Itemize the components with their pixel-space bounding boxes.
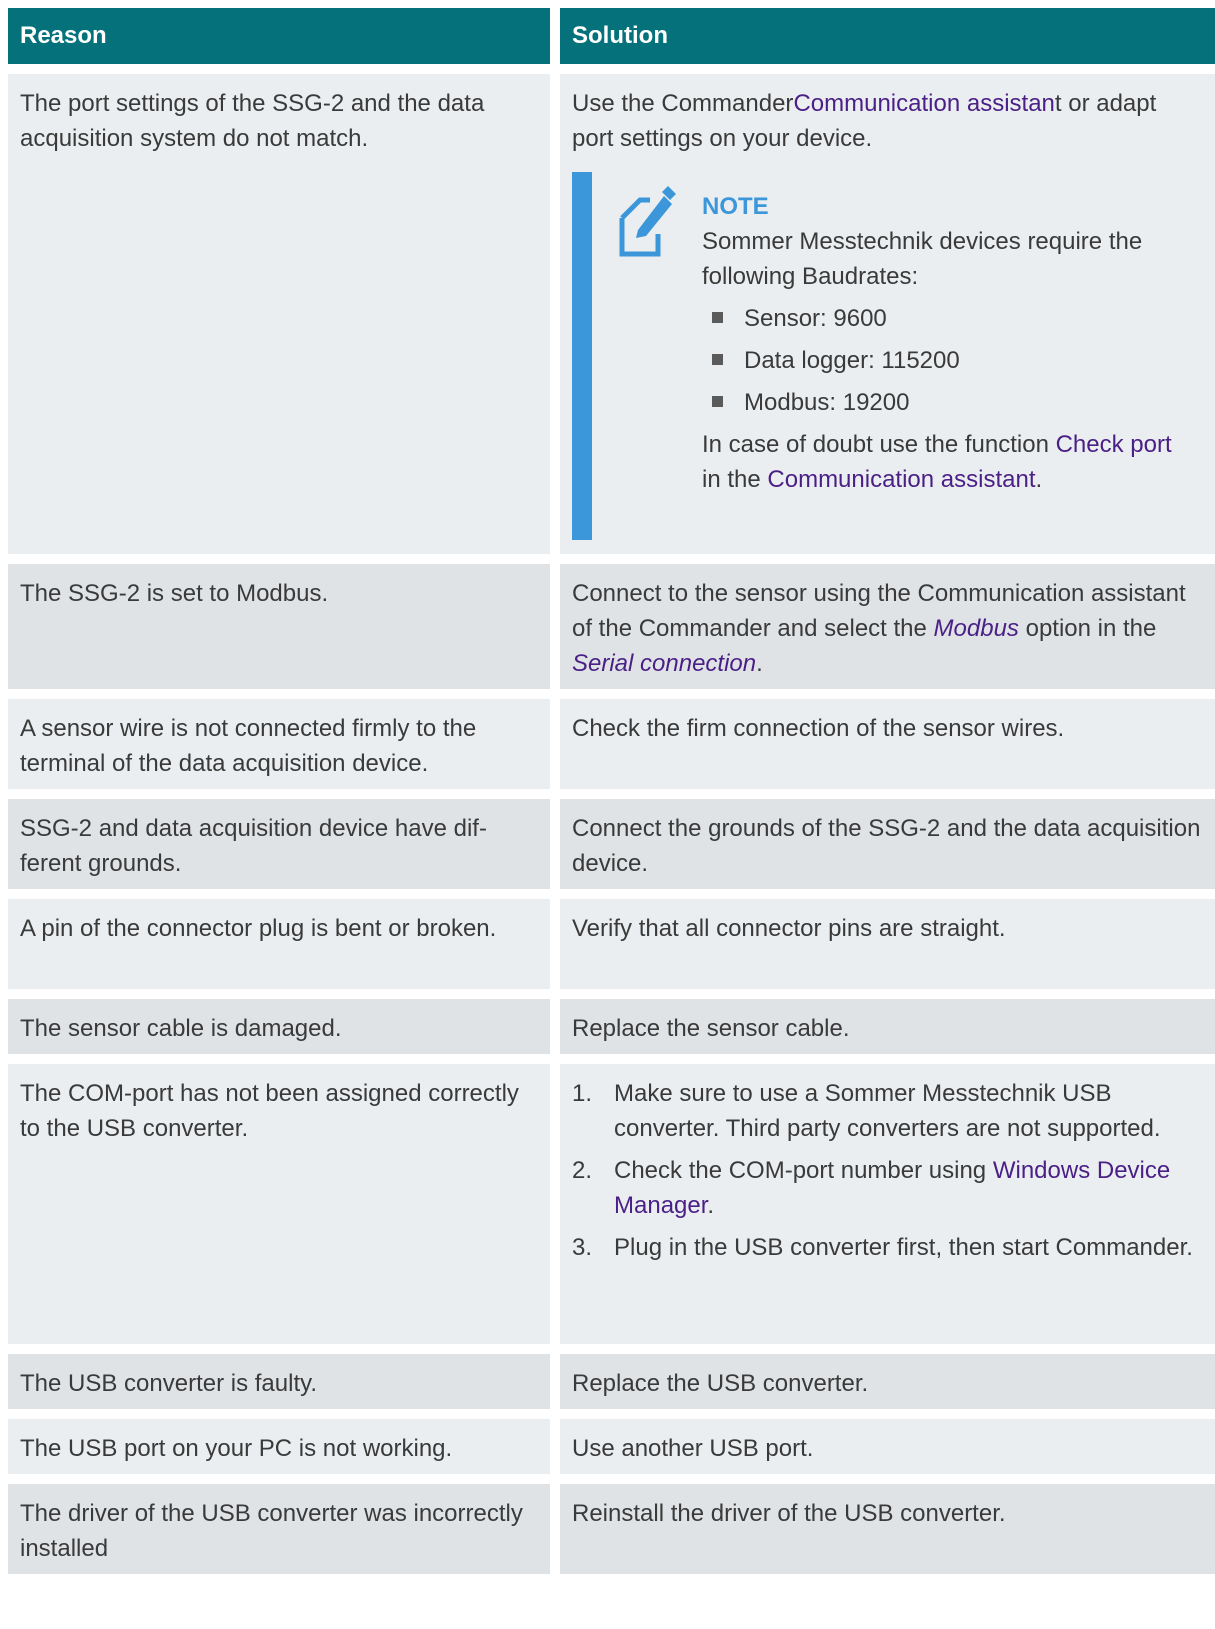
- list-item: Modbus: 19200: [702, 385, 1193, 420]
- solution-cell: Connect to the sensor using the Communic…: [560, 564, 1215, 689]
- table-row: The USB converter is faulty. Replace the…: [8, 1354, 1215, 1409]
- reason-cell: The sensor cable is damaged.: [8, 999, 550, 1054]
- list-item: 3. Plug in the USB converter first, then …: [572, 1234, 1193, 1261]
- bullet-icon: [712, 396, 723, 407]
- serial-connection-link[interactable]: Serial connection: [572, 650, 756, 677]
- table-row: A pin of the connector plug is bent or b…: [8, 899, 1215, 989]
- solution-cell: Check the firm connection of the sensor …: [560, 699, 1215, 789]
- solution-cell: Use the Commander Communication assistant…: [560, 74, 1215, 554]
- list-item: 1. Make sure to use a Sommer Messtechnik …: [572, 1080, 1161, 1142]
- reason-cell: A pin of the connector plug is bent or b…: [8, 899, 550, 989]
- reason-cell: The USB port on your PC is not working.: [8, 1419, 550, 1474]
- baudrate-list: Sensor: 9600 Data logger: 115200 Modbus:…: [702, 301, 1193, 420]
- table-row: A sensor wire is not connected firmly to…: [8, 699, 1215, 789]
- reason-cell: A sensor wire is not connected firmly to…: [8, 699, 550, 789]
- reason-cell: The COM-port has not been assigned cor­r…: [8, 1064, 550, 1344]
- reason-cell: The driver of the USB converter was inco…: [8, 1484, 550, 1574]
- reason-header: Reason: [8, 8, 550, 64]
- table-row: The driver of the USB converter was inco…: [8, 1484, 1215, 1574]
- reason-cell: The port settings of the SSG-2 and the d…: [8, 74, 550, 554]
- note-box: NOTE Sommer Messtechnik devices require …: [572, 172, 1203, 540]
- note-icon: [592, 172, 702, 540]
- table-row: The sensor cable is damaged. Replace the…: [8, 999, 1215, 1054]
- communication-assistant-link[interactable]: Communication assistan: [793, 90, 1054, 117]
- table-row: The SSG-2 is set to Modbus. Connect to t…: [8, 564, 1215, 689]
- list-item: Sensor: 9600: [702, 301, 1193, 336]
- note-body: NOTE Sommer Messtechnik devices require …: [702, 172, 1203, 540]
- note-title: NOTE: [702, 193, 769, 220]
- table-row: SSG-2 and data acquisition device have d…: [8, 799, 1215, 889]
- solution-text: Use the Commander: [572, 90, 794, 117]
- bullet-icon: [712, 354, 723, 365]
- solution-cell: Replace the sensor cable.: [560, 999, 1215, 1054]
- solution-cell: Connect the grounds of the SSG-2 and the…: [560, 799, 1215, 889]
- modbus-link[interactable]: Modbus: [934, 615, 1019, 642]
- solution-cell: 1. Make sure to use a Sommer Messtechnik …: [560, 1064, 1215, 1344]
- table-row: The port settings of the SSG-2 and the d…: [8, 74, 1215, 554]
- communication-assistant-link[interactable]: Communication assistant: [767, 466, 1035, 493]
- table-header: Reason Solution: [8, 8, 1215, 64]
- list-item: 2. Check the COM-port number using Window…: [572, 1157, 1171, 1219]
- troubleshooting-table: Reason Solution The port settings of the…: [8, 8, 1215, 1584]
- steps-list: 1. Make sure to use a Sommer Messtechnik …: [572, 1076, 1203, 1265]
- reason-cell: SSG-2 and data acquisition device have d…: [8, 799, 550, 889]
- solution-header: Solution: [560, 8, 1215, 64]
- bullet-icon: [712, 312, 723, 323]
- solution-cell: Reinstall the driver of the USB converte…: [560, 1484, 1215, 1574]
- reason-cell: The SSG-2 is set to Modbus.: [8, 564, 550, 689]
- table-row: The COM-port has not been assigned cor­r…: [8, 1064, 1215, 1344]
- solution-cell: Use another USB port.: [560, 1419, 1215, 1474]
- table-row: The USB port on your PC is not working. …: [8, 1419, 1215, 1474]
- note-doubt-text: In case of doubt use the function Check …: [702, 431, 1172, 493]
- solution-cell: Verify that all connector pins are strai…: [560, 899, 1215, 989]
- reason-cell: The USB converter is faulty.: [8, 1354, 550, 1409]
- list-item: Data logger: 115200: [702, 343, 1193, 378]
- note-text: Sommer Messtechnik devices require the f…: [702, 228, 1143, 290]
- solution-cell: Replace the USB converter.: [560, 1354, 1215, 1409]
- check-port-link[interactable]: Check port: [1056, 431, 1172, 458]
